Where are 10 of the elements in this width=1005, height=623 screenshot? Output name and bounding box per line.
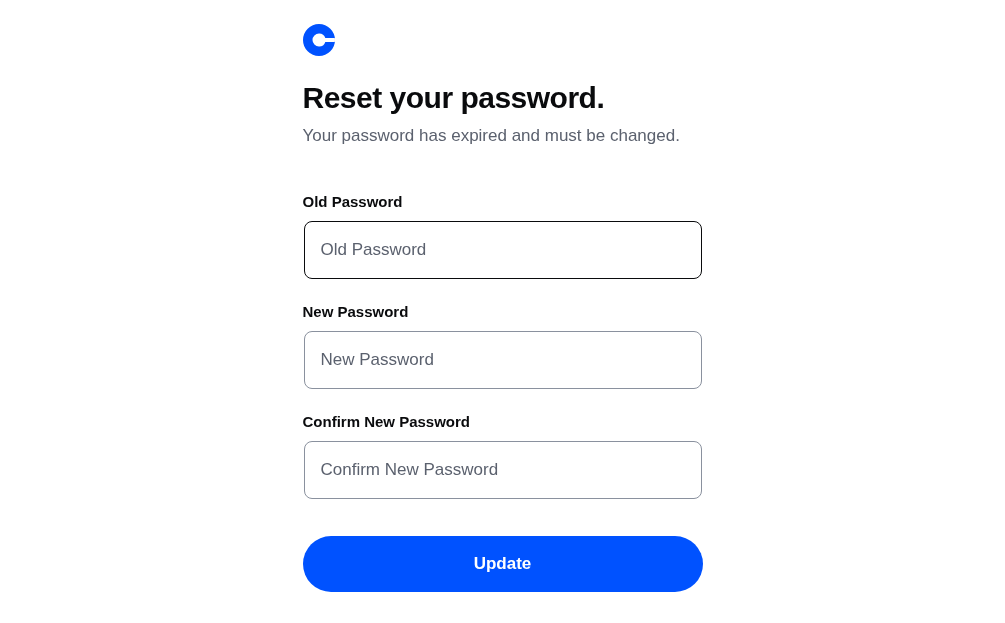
page-heading: Reset your password. [302,80,605,116]
update-button[interactable]: Update [302,536,703,592]
password-field[interactable]: Old Password [303,221,702,279]
page-subtitle: Your password has expired and must be changed. [302,125,680,147]
password-field[interactable]: Confirm New Password [303,441,702,499]
logo-icon [302,24,335,56]
field-label: Confirm New Password [302,412,471,432]
field-label: New Password [302,302,409,322]
password-field[interactable]: New Password [303,331,702,389]
field-label: Old Password [302,192,403,212]
